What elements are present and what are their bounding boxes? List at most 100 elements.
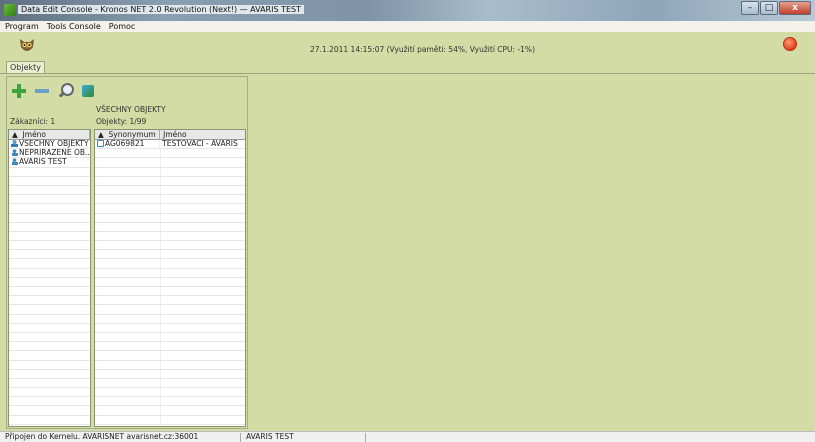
minimize-button[interactable]: –	[741, 1, 759, 15]
empty-row	[9, 269, 90, 278]
empty-row	[95, 397, 245, 407]
app-icon	[4, 4, 16, 16]
empty-row	[95, 268, 245, 278]
empty-row	[9, 223, 90, 232]
user-icon	[11, 158, 18, 166]
empty-row	[95, 204, 245, 214]
empty-row	[9, 361, 90, 370]
empty-row	[9, 388, 90, 398]
empty-row	[9, 315, 90, 324]
list-item[interactable]: VŠECHNY OBJEKTY	[9, 140, 90, 150]
customer-name: VŠECHNY OBJEKTY	[19, 140, 89, 148]
remove-icon[interactable]	[33, 82, 51, 100]
empty-row	[9, 204, 90, 214]
empty-row	[9, 241, 90, 251]
house-icon	[97, 140, 104, 147]
empty-row	[95, 250, 245, 260]
customers-list-header: ▲ Jméno	[9, 130, 90, 140]
column-header-name[interactable]: ▲ Jméno	[9, 130, 90, 139]
empty-row	[95, 185, 245, 196]
objects-rows: AG069821 TESTOVACÍ - AVARIS	[95, 140, 245, 425]
empty-row	[95, 332, 245, 343]
empty-row	[9, 250, 90, 260]
empty-row	[95, 158, 245, 168]
empty-row	[9, 232, 90, 242]
empty-row	[9, 370, 90, 379]
empty-row	[9, 416, 90, 425]
empty-row	[95, 351, 245, 361]
empty-row	[95, 259, 245, 269]
status-separator	[240, 433, 241, 442]
list-item[interactable]: AVARIS TEST	[9, 158, 90, 168]
status-bar: Připojen do Kernelu. AVARISNET avarisnet…	[0, 431, 815, 442]
empty-row	[95, 369, 245, 379]
empty-row	[9, 379, 90, 389]
system-status: 27.1.2011 14:15:07 (Využití paměti: 54%,…	[310, 45, 535, 54]
empty-row	[9, 351, 90, 361]
column-header-object-name[interactable]: Jméno	[160, 130, 245, 139]
column-header-synonym[interactable]: ▲ Synonymum	[95, 130, 161, 139]
empty-row	[95, 241, 245, 251]
column-header-label: Jméno	[22, 130, 47, 139]
empty-row	[95, 167, 245, 177]
empty-row	[9, 278, 90, 287]
empty-row	[95, 287, 245, 297]
tab-divider	[0, 73, 815, 74]
objects-toolbar	[10, 82, 97, 100]
empty-row	[95, 415, 245, 425]
empty-row	[95, 360, 245, 370]
empty-row	[95, 388, 245, 398]
empty-row	[95, 314, 245, 324]
customers-list[interactable]: ▲ Jméno VŠECHNY OBJEKTY NEPŘIŘAZENÉ OB..…	[8, 129, 91, 427]
objects-list-header: ▲ Synonymum Jméno	[95, 130, 245, 140]
empty-row	[95, 213, 245, 223]
empty-row	[9, 324, 90, 333]
close-button[interactable]: x	[779, 1, 811, 15]
current-customer-status: AVARIS TEST	[246, 432, 294, 441]
empty-row	[9, 259, 90, 269]
customers-rows: VŠECHNY OBJEKTY NEPŘIŘAZENÉ OB... AVARIS…	[9, 140, 90, 425]
empty-row	[95, 296, 245, 306]
empty-row	[95, 406, 245, 416]
title-bar: Data Edit Console - Kronos NET 2.0 Revol…	[0, 0, 815, 21]
selected-group-label: VŠECHNY OBJEKTY	[96, 105, 166, 114]
empty-row	[95, 277, 245, 287]
menu-help[interactable]: Pomoc	[109, 22, 136, 31]
empty-row	[95, 149, 245, 159]
empty-row	[95, 195, 245, 205]
table-row[interactable]: AG069821 TESTOVACÍ - AVARIS	[95, 140, 245, 150]
customer-name: AVARIS TEST	[19, 158, 67, 167]
objects-count: Objekty: 1/99	[96, 117, 147, 126]
list-item[interactable]: NEPŘIŘAZENÉ OB...	[9, 149, 90, 159]
object-synonym: AG069821	[105, 140, 145, 148]
customers-count: Zákazníci: 1	[10, 117, 56, 126]
maximize-button[interactable]: □	[760, 1, 778, 15]
empty-row	[9, 177, 90, 186]
add-icon[interactable]	[10, 82, 28, 100]
empty-row	[9, 342, 90, 352]
window-controls: – □ x	[740, 1, 811, 17]
owl-logo-icon	[20, 39, 34, 51]
search-icon[interactable]	[56, 82, 74, 100]
column-header-label: Synonymum	[108, 130, 156, 139]
empty-row	[9, 333, 90, 343]
empty-row	[95, 231, 245, 242]
empty-row	[9, 287, 90, 297]
empty-row	[95, 323, 245, 333]
group-icon	[11, 140, 18, 147]
empty-row	[9, 397, 90, 407]
object-name: TESTOVACÍ - AVARIS	[162, 140, 238, 148]
empty-row	[9, 195, 90, 205]
empty-row	[9, 186, 90, 196]
customer-name: NEPŘIŘAZENÉ OB...	[19, 149, 90, 158]
objects-list[interactable]: ▲ Synonymum Jméno AG069821 TESTOVACÍ - A…	[94, 129, 246, 427]
empty-row	[9, 214, 90, 223]
menu-program[interactable]: Program	[5, 22, 39, 31]
status-separator	[365, 433, 366, 442]
alert-icon[interactable]	[783, 37, 797, 51]
window-title: Data Edit Console - Kronos NET 2.0 Revol…	[18, 5, 304, 14]
connection-status: Připojen do Kernelu. AVARISNET avarisnet…	[5, 432, 199, 441]
empty-row	[95, 222, 245, 232]
menu-tools-console[interactable]: Tools Console	[47, 22, 101, 31]
refresh-icon[interactable]	[79, 82, 97, 100]
